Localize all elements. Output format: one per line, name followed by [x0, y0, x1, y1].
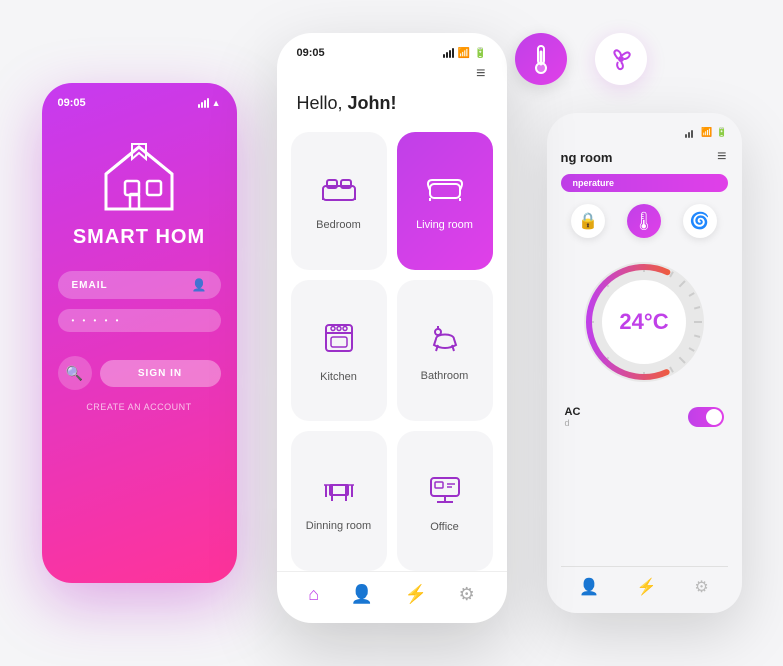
left-status-bar: 09:05 ▲	[58, 97, 221, 109]
bedroom-icon	[321, 174, 357, 209]
left-time: 09:05	[58, 97, 86, 109]
right-lightning-nav[interactable]: ⚡	[637, 577, 657, 597]
right-settings-nav[interactable]: ⚙	[694, 577, 708, 597]
scene: 09:05 ▲ SMART HOM EMAIL 👤	[42, 23, 742, 643]
right-signal	[685, 128, 693, 138]
living-room-label: Living room	[416, 219, 473, 231]
phone-right: 📶 🔋 ng room ≡ nperature 🔒 🌡 🌀	[547, 113, 742, 613]
room-title: ng room	[561, 150, 613, 165]
battery-center: 🔋	[474, 48, 486, 59]
user-name: John!	[348, 93, 397, 113]
right-user-nav[interactable]: 👤	[579, 577, 599, 597]
kitchen-icon	[323, 322, 355, 361]
control-row: 🔒 🌡 🌀	[561, 204, 728, 238]
right-battery: 🔋	[716, 127, 727, 138]
center-bottom-nav: ⌂ 👤 ⚡ ⚙	[277, 571, 507, 623]
center-time: 09:05	[297, 47, 325, 59]
ac-info: AC d	[565, 406, 581, 428]
settings-nav-icon[interactable]: ⚙	[459, 584, 475, 605]
sign-in-button[interactable]: SIGN IN	[100, 360, 221, 387]
ac-row: AC d	[561, 406, 728, 428]
signal-bars	[198, 98, 209, 108]
bedroom-label: Bedroom	[316, 219, 361, 231]
house-icon	[94, 139, 184, 214]
temp-badge: nperature	[561, 174, 728, 192]
kitchen-label: Kitchen	[320, 371, 357, 383]
brand-text: SMART HOM	[73, 226, 205, 249]
temperature-value: 24°C	[619, 309, 668, 335]
center-status-bar: 09:05 📶 🔋	[277, 33, 507, 65]
search-button[interactable]: 🔍	[58, 356, 92, 390]
password-dots: • • • • •	[72, 316, 122, 325]
office-label: Office	[430, 521, 459, 533]
wifi-icon: ▲	[212, 98, 221, 108]
bathroom-icon	[428, 323, 462, 360]
menu-icon[interactable]: ≡	[277, 65, 507, 93]
dining-room-card[interactable]: Dinning room	[291, 431, 387, 571]
dining-room-label: Dinning room	[306, 520, 371, 532]
temp-dial[interactable]: 24°C	[574, 252, 714, 392]
bathroom-card[interactable]: Bathroom	[397, 280, 493, 422]
phone-center: 09:05 📶 🔋 ≡ Hello, John!	[277, 33, 507, 623]
float-fan-icon	[595, 33, 647, 85]
password-field[interactable]: • • • • •	[58, 309, 221, 332]
center-status-icons: 📶 🔋	[443, 48, 487, 59]
user-icon: 👤	[192, 278, 207, 292]
bedroom-card[interactable]: Bedroom	[291, 132, 387, 270]
email-label: EMAIL	[72, 280, 108, 291]
greeting: Hello, John!	[277, 93, 507, 132]
create-account-link[interactable]: CREATE AN ACCOUNT	[86, 402, 191, 412]
rooms-grid: Bedroom Living room	[277, 132, 507, 571]
greeting-text: Hello,	[297, 93, 348, 113]
float-thermometer-icon	[515, 33, 567, 85]
ac-toggle[interactable]	[688, 407, 724, 427]
temp-button[interactable]: 🌡	[627, 204, 661, 238]
bathroom-label: Bathroom	[421, 370, 469, 382]
phone-left: 09:05 ▲ SMART HOM EMAIL 👤	[42, 83, 237, 583]
lightning-nav-icon[interactable]: ⚡	[405, 584, 427, 605]
office-icon	[427, 474, 463, 511]
fan-button[interactable]: 🌀	[683, 204, 717, 238]
lock-button[interactable]: 🔒	[571, 204, 605, 238]
living-room-icon	[426, 174, 464, 209]
user-nav-icon[interactable]: 👤	[351, 584, 373, 605]
right-wifi: 📶	[701, 127, 712, 138]
right-header: ng room ≡	[561, 148, 728, 166]
ac-label: AC	[565, 406, 581, 418]
right-bottom-nav: 👤 ⚡ ⚙	[561, 566, 728, 597]
wifi-center: 📶	[458, 48, 470, 59]
right-status-bar: 📶 🔋	[561, 127, 728, 138]
kitchen-card[interactable]: Kitchen	[291, 280, 387, 422]
signal-bars-center	[443, 48, 454, 58]
left-signal-icons: ▲	[198, 98, 221, 108]
right-menu[interactable]: ≡	[717, 148, 727, 166]
email-field[interactable]: EMAIL 👤	[58, 271, 221, 299]
search-row: 🔍 SIGN IN	[58, 356, 221, 390]
office-card[interactable]: Office	[397, 431, 493, 571]
home-nav-icon[interactable]: ⌂	[308, 584, 319, 605]
ac-sub: d	[565, 418, 581, 428]
living-room-card[interactable]: Living room	[397, 132, 493, 270]
dining-room-icon	[320, 475, 358, 510]
